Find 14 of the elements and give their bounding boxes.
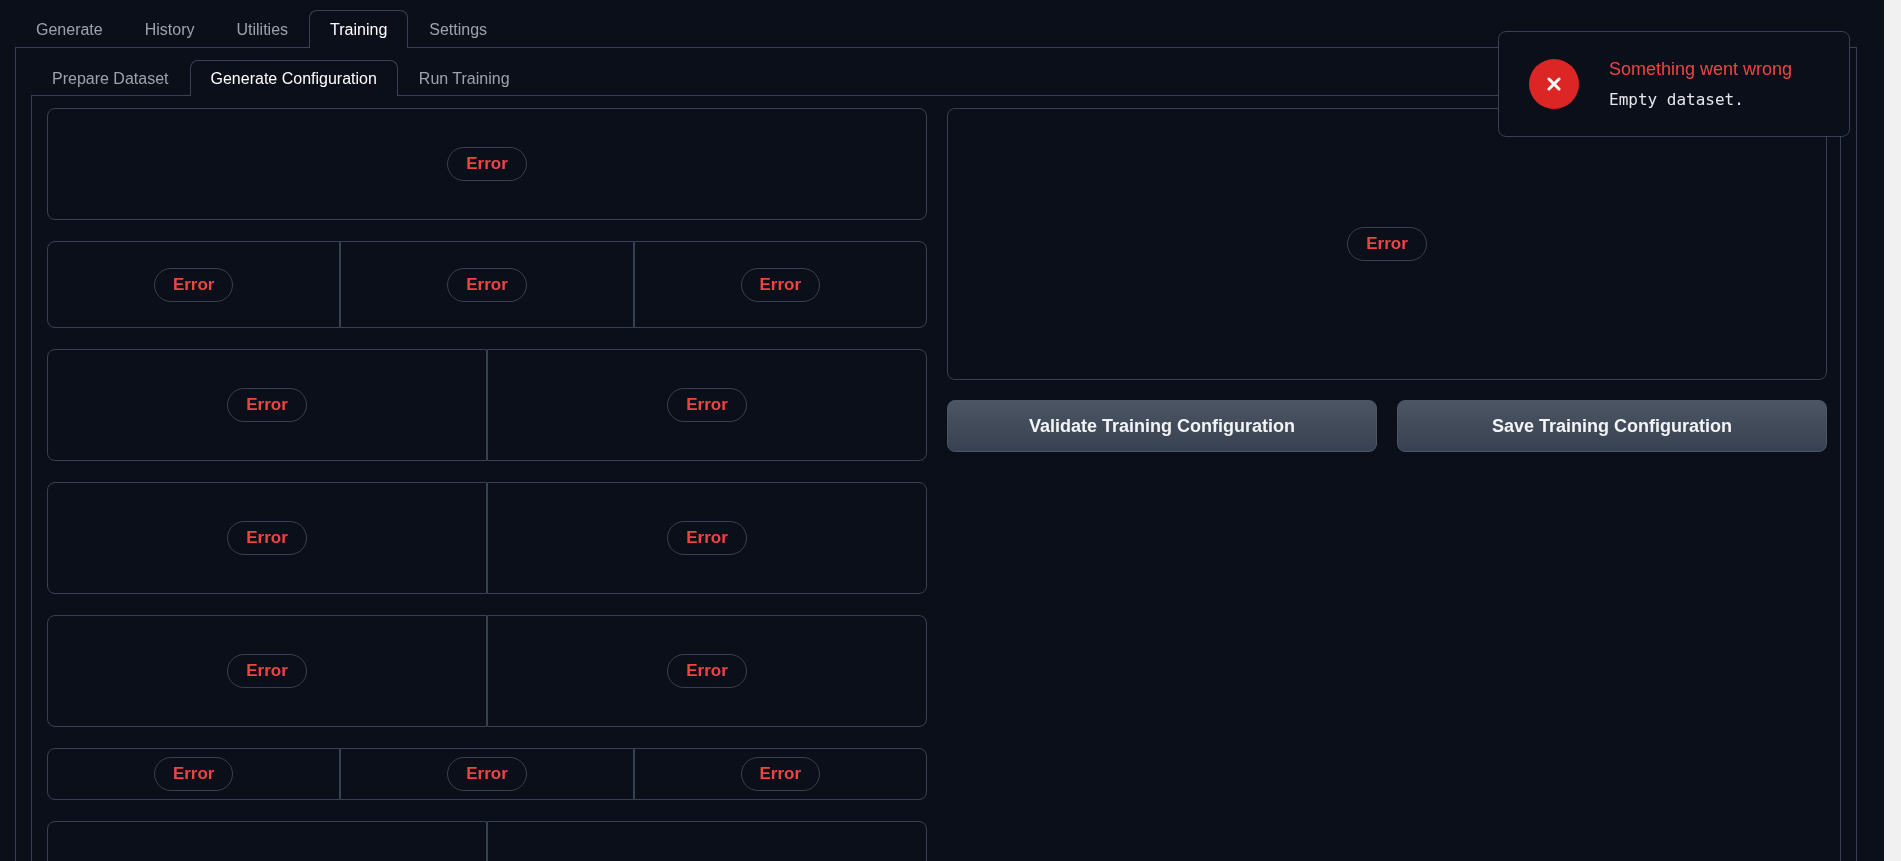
toast-title: Something went wrong bbox=[1609, 59, 1793, 80]
action-button[interactable]: Validate Training Configuration bbox=[947, 400, 1377, 452]
tab[interactable]: Settings bbox=[408, 10, 509, 48]
tab[interactable]: Generate Configuration bbox=[189, 60, 398, 96]
action-button[interactable]: Save Training Configuration bbox=[1397, 400, 1827, 452]
tab[interactable]: Utilities bbox=[215, 10, 310, 48]
tab[interactable]: Generate bbox=[15, 10, 124, 48]
scrollbar[interactable] bbox=[1884, 0, 1901, 861]
error-icon bbox=[1529, 59, 1579, 109]
tab[interactable]: History bbox=[123, 10, 216, 48]
tab[interactable]: Run Training bbox=[397, 60, 531, 96]
tab[interactable]: Prepare Dataset bbox=[31, 60, 190, 96]
tab[interactable]: Training bbox=[309, 10, 409, 48]
toast-message: Empty dataset. bbox=[1609, 90, 1745, 109]
